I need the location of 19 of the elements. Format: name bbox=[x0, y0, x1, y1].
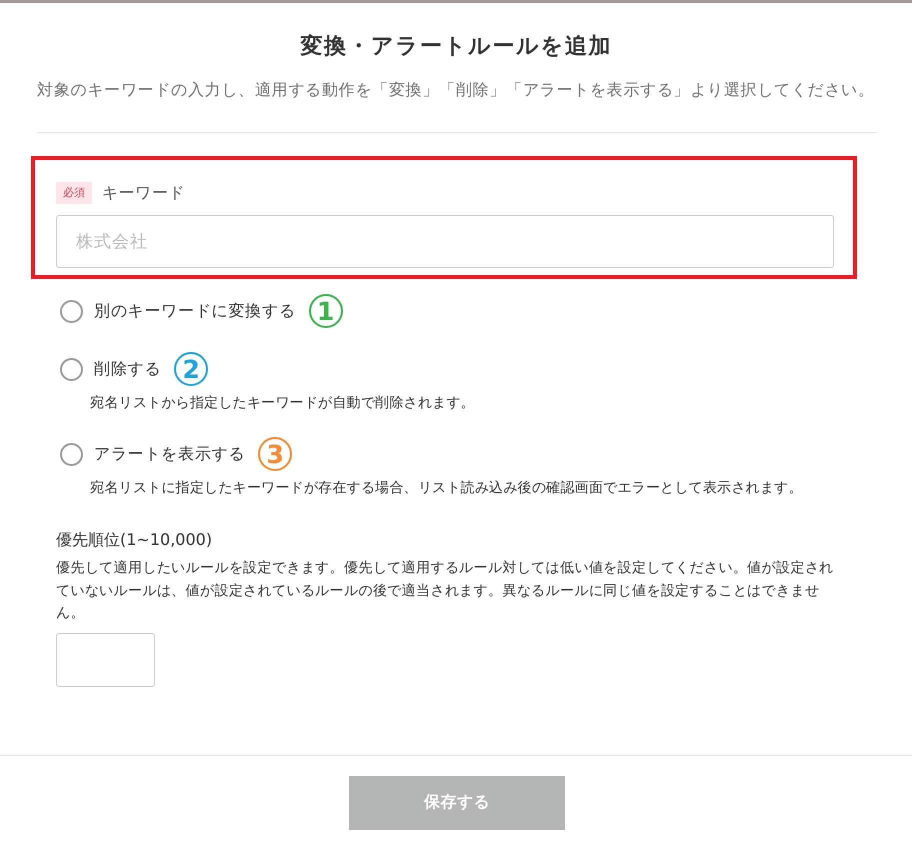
field-label: キーワード bbox=[102, 182, 185, 204]
step-number-badge: 2 bbox=[174, 352, 208, 386]
option-label[interactable]: 別のキーワードに変換する bbox=[94, 300, 296, 322]
keyword-input[interactable]: 株式会社 bbox=[56, 215, 834, 268]
option-description: 宛名リストから指定したキーワードが自動で削除されます。 bbox=[90, 394, 475, 413]
step-number-badge: 3 bbox=[258, 437, 292, 471]
priority-help-text: 優先して適用したいルールを設定できます。優先して適用するルール対しては低い値を設定してください。値が設定されていないルールは、値が設定されているルールの後で適当されます。異なるルールに同じ値を設定することはできません。 bbox=[56, 559, 835, 623]
radio-button[interactable] bbox=[60, 300, 83, 322]
radio-button[interactable] bbox=[60, 442, 83, 466]
step-number-badge: 1 bbox=[308, 294, 343, 328]
option-label[interactable]: アラートを表示する bbox=[94, 444, 246, 464]
required-badge: 必須 bbox=[56, 182, 92, 204]
radio-button[interactable] bbox=[60, 358, 83, 380]
priority-label: 優先順位(1~10,000) bbox=[56, 529, 212, 551]
priority-input[interactable] bbox=[56, 632, 155, 686]
option-description: 宛名リストに指定したキーワードが存在する場合、リスト読み込み後の確認画面でエラーとして表示されます。 bbox=[90, 479, 802, 498]
dialog-description: 対象のキーワードの入力し、適用する動作を「変換」「削除」「アラートを表示する」より選択してください。 bbox=[37, 79, 874, 101]
option-label[interactable]: 削除する bbox=[94, 358, 162, 380]
dialog-title: 変換・アラートルールを追加 bbox=[300, 32, 612, 61]
